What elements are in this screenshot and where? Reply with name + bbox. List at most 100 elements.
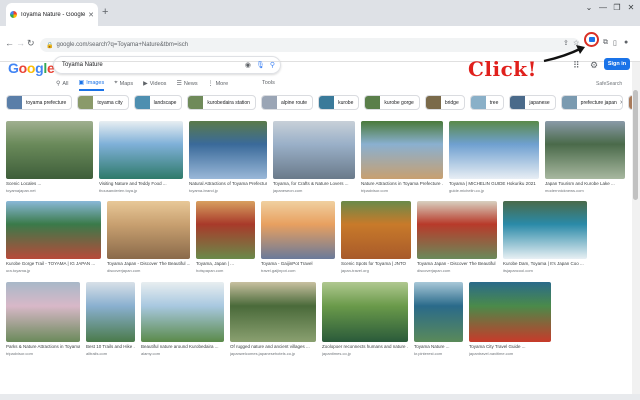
result-caption[interactable]: Visiting Nature and Teddy Food ... — [99, 181, 183, 186]
result-thumbnail[interactable] — [545, 121, 625, 179]
result-thumbnail[interactable] — [503, 201, 587, 259]
result-caption[interactable]: Beautiful nature around Kurobedaira ... — [141, 344, 224, 349]
image-result[interactable] — [449, 121, 539, 179]
image-result[interactable] — [261, 201, 335, 259]
tab-news[interactable]: ☰ News — [176, 79, 197, 91]
result-caption[interactable]: Toyama - GaijinPot Travel — [261, 261, 335, 266]
related-chip[interactable]: kurobe — [318, 95, 360, 110]
image-result[interactable] — [196, 201, 255, 259]
image-result[interactable] — [230, 282, 316, 342]
result-caption[interactable]: Scenic Spots for Toyama | JNTO — [341, 261, 411, 266]
result-thumbnail[interactable] — [6, 201, 101, 259]
close-tab-icon[interactable]: ✕ — [88, 11, 94, 19]
result-thumbnail[interactable] — [273, 121, 355, 179]
result-caption[interactable]: Toyama | MICHELIN GUIDE Hokuriku 2021 — [449, 181, 539, 186]
back-icon[interactable]: ← — [5, 38, 14, 48]
result-caption[interactable]: Toyama, for Crafts & Nature Lovers ... — [273, 181, 355, 186]
image-result[interactable] — [6, 121, 93, 179]
result-caption[interactable]: Zoolopoer reconnects humans and nature .… — [322, 344, 408, 349]
image-result[interactable] — [141, 282, 224, 342]
result-thumbnail[interactable] — [414, 282, 463, 342]
related-chip[interactable]: tree — [469, 95, 505, 110]
result-thumbnail[interactable] — [6, 121, 93, 179]
image-result[interactable] — [273, 121, 355, 179]
result-thumbnail[interactable] — [469, 282, 551, 342]
safesearch-toggle[interactable]: SafeSearch — [596, 81, 622, 87]
tab-videos[interactable]: ▶ Videos — [143, 79, 166, 91]
result-caption[interactable]: Natural Attractions of Toyama Prefecture… — [189, 181, 267, 186]
related-chip[interactable]: prefecture japan — [560, 95, 623, 110]
result-caption[interactable]: Best 10 Trails and Hike ... — [86, 344, 135, 349]
result-thumbnail[interactable] — [322, 282, 408, 342]
result-thumbnail[interactable] — [6, 282, 80, 342]
address-bar[interactable]: 🔒 google.com/search?q=Toyama+Nature&tbm=… — [40, 38, 580, 52]
result-thumbnail[interactable] — [417, 201, 497, 259]
image-result[interactable] — [414, 282, 463, 342]
image-result[interactable] — [107, 201, 190, 259]
result-caption[interactable]: Scenic Locales ... — [6, 181, 93, 186]
tab-search-icon[interactable]: ⌄ — [582, 3, 596, 12]
image-result[interactable] — [417, 201, 497, 259]
result-caption[interactable]: Nature Attractions in Toyama Prefecture … — [361, 181, 443, 186]
image-result[interactable] — [341, 201, 411, 259]
close-window-icon[interactable]: ✕ — [624, 3, 638, 12]
mic-icon[interactable]: 🎙 — [256, 61, 265, 69]
forward-icon[interactable]: → — [16, 38, 25, 48]
result-thumbnail[interactable] — [341, 201, 411, 259]
result-thumbnail[interactable] — [107, 201, 190, 259]
result-thumbnail[interactable] — [99, 121, 183, 179]
maximize-icon[interactable]: ❐ — [610, 3, 624, 12]
image-result[interactable] — [99, 121, 183, 179]
result-caption[interactable]: Kurobe Gorge Trail - TOYAMA | IG JAPAN .… — [6, 261, 101, 266]
image-result[interactable] — [503, 201, 587, 259]
result-thumbnail[interactable] — [141, 282, 224, 342]
image-result[interactable] — [545, 121, 625, 179]
image-result[interactable] — [361, 121, 443, 179]
result-caption[interactable]: Toyama Japan - Discover The Beautiful ..… — [107, 261, 190, 266]
side-panel-icon[interactable]: ▯ — [613, 39, 617, 47]
tools-button[interactable]: Tools — [262, 80, 275, 86]
tab-more[interactable]: ⋮ More — [208, 79, 229, 91]
result-thumbnail[interactable] — [86, 282, 135, 342]
tab-images[interactable]: ▣ Images — [78, 79, 105, 91]
sign-in-button[interactable]: Sign in — [604, 58, 630, 70]
image-result[interactable] — [6, 282, 80, 342]
result-caption[interactable]: Toyama, Japan | ... — [196, 261, 255, 266]
gear-icon[interactable]: ⚙ — [590, 60, 598, 71]
reload-icon[interactable]: ↻ — [27, 38, 35, 49]
related-chip[interactable]: kurobedaira station — [187, 95, 256, 110]
result-thumbnail[interactable] — [230, 282, 316, 342]
related-chip[interactable]: toyama prefecture — [6, 95, 73, 110]
image-result[interactable] — [86, 282, 135, 342]
search-icon[interactable]: ⚲ — [270, 61, 275, 69]
result-thumbnail[interactable] — [196, 201, 255, 259]
apps-grid-icon[interactable]: ⠿ — [573, 60, 580, 71]
result-caption[interactable]: Japan Tourism and Kurobe Lake ... — [545, 181, 625, 186]
search-input[interactable]: Toyama Nature ◉ 🎙 ⚲ — [53, 56, 281, 74]
result-caption[interactable]: Kurobe Dam, Toyama | It's Japan Coo ... — [503, 261, 587, 266]
profile-avatar-icon[interactable]: ● — [624, 39, 628, 46]
related-chip[interactable]: bridge — [424, 95, 465, 110]
related-chip[interactable]: alpine route — [260, 95, 314, 110]
result-caption[interactable]: Toyama Nature ... — [414, 344, 463, 349]
result-caption[interactable]: Toyama City Travel Guide ... — [469, 344, 551, 349]
image-result[interactable] — [6, 201, 101, 259]
browser-tab[interactable]: Toyama Nature - Google Sea... ✕ — [6, 3, 98, 26]
related-chip[interactable]: kurobe gorge — [364, 95, 420, 110]
image-result[interactable] — [322, 282, 408, 342]
result-thumbnail[interactable] — [361, 121, 443, 179]
result-caption[interactable]: Parks & Nature Attractions in Toyama ... — [6, 344, 80, 349]
related-chip[interactable]: japanese — [509, 95, 556, 110]
chevron-right-icon[interactable]: › — [620, 99, 622, 106]
scrollbar-thumb[interactable] — [633, 90, 638, 200]
result-thumbnail[interactable] — [449, 121, 539, 179]
image-result[interactable] — [469, 282, 551, 342]
related-chip[interactable]: toyama city — [77, 95, 129, 110]
tab-maps[interactable]: ⌖ Maps — [114, 79, 133, 91]
related-chip[interactable]: landscape — [133, 95, 183, 110]
tab-all[interactable]: ⚲ All — [56, 79, 69, 91]
image-result[interactable] — [189, 121, 267, 179]
minimize-icon[interactable]: — — [596, 3, 610, 12]
result-caption[interactable]: Of rugged nature and ancient villages ..… — [230, 344, 316, 349]
google-logo[interactable]: Google — [8, 60, 55, 76]
